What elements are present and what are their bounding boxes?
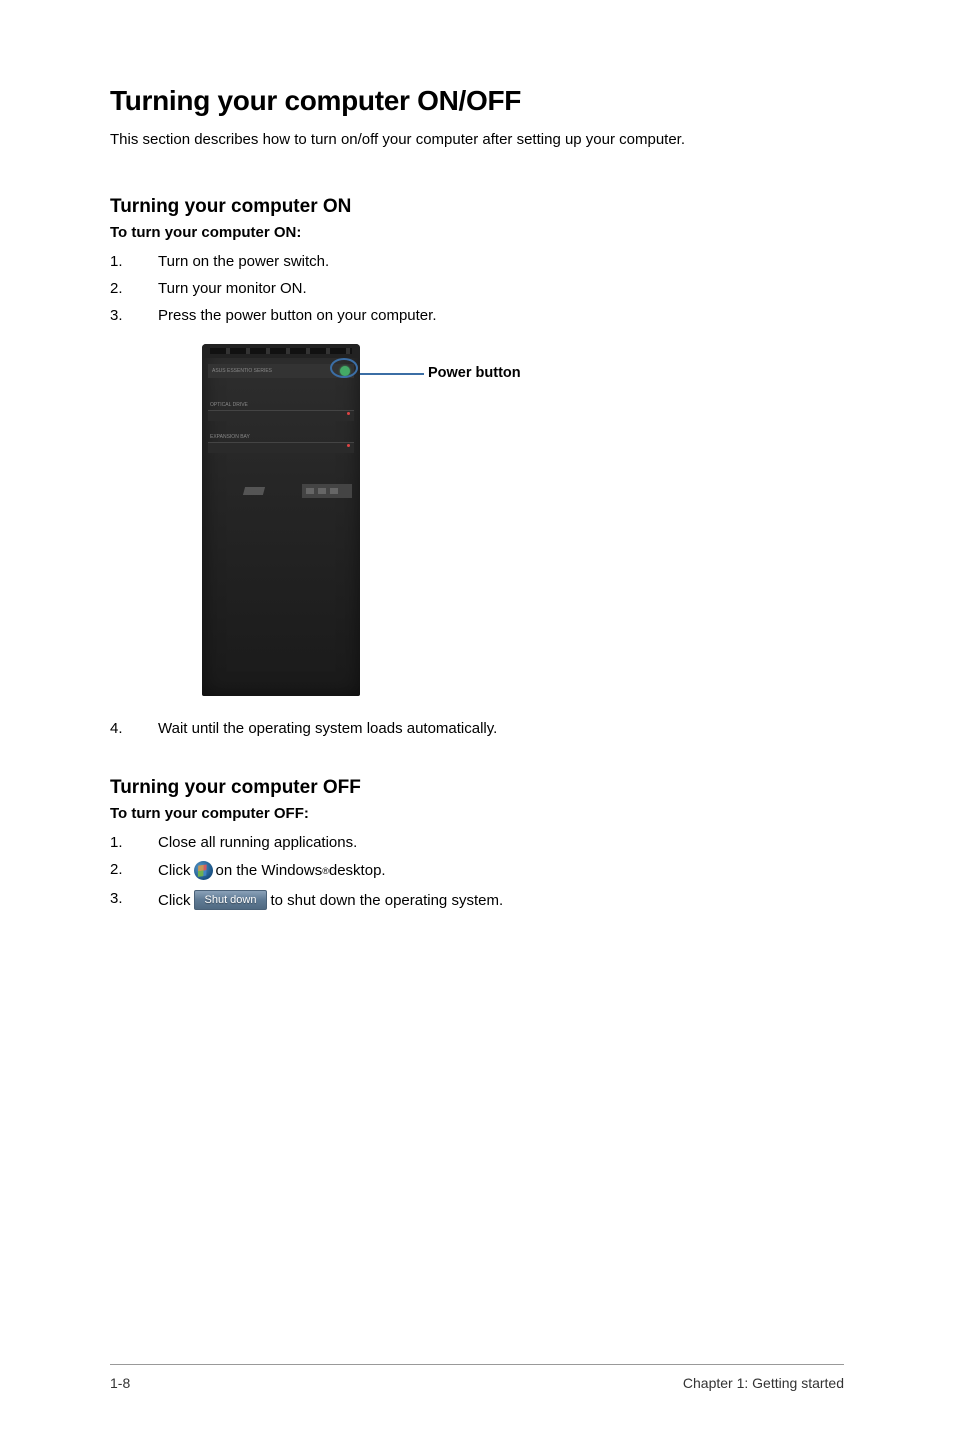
drive1-led [347,412,350,415]
power-button-highlight-circle [330,358,358,378]
figure-area: ASUS ESSENTIO SERIES OPTICAL DRIVE EXPAN… [202,344,844,696]
step-text-post: to shut down the operating system. [270,892,503,909]
step-text: Close all running applications. [158,834,844,851]
list-item: 1. Turn on the power switch. [110,253,844,270]
step-text: Press the power button on your computer. [158,307,844,324]
list-item: 3. Press the power button on your comput… [110,307,844,324]
list-item: 3. Click Shut down to shut down the oper… [110,890,844,910]
tower-logo [243,487,265,495]
page-number: 1-8 [110,1375,130,1391]
step-number: 3. [110,307,158,324]
windows-start-orb-icon [194,861,213,880]
section-off-list: 1. Close all running applications. 2. Cl… [110,834,844,910]
shutdown-button-icon: Shut down [194,890,268,910]
step-number: 4. [110,720,158,737]
step-text: Wait until the operating system loads au… [158,720,844,737]
step-text: Turn on the power switch. [158,253,844,270]
intro-text: This section describes how to turn on/of… [110,131,844,148]
step-text-post-pre: on the Windows [216,862,323,879]
front-port [306,488,314,494]
expansion-bay [208,442,354,453]
section-off: Turning your computer OFF To turn your c… [110,777,844,910]
tower-top [202,344,360,358]
drive1-label: OPTICAL DRIVE [210,402,248,408]
computer-tower-image: ASUS ESSENTIO SERIES OPTICAL DRIVE EXPAN… [202,344,360,696]
list-item: 4. Wait until the operating system loads… [110,720,844,737]
tower-top-slots [210,348,352,354]
front-ports [302,484,352,498]
front-port [330,488,338,494]
step-text: Click on the Windows® desktop. [158,861,844,880]
chapter-label: Chapter 1: Getting started [683,1375,844,1391]
registered-mark: ® [322,866,329,876]
step-number: 3. [110,890,158,910]
step-text: Turn your monitor ON. [158,280,844,297]
step-number: 1. [110,834,158,851]
section-off-heading: Turning your computer OFF [110,777,844,799]
page-footer: 1-8 Chapter 1: Getting started [110,1364,844,1391]
step-number: 2. [110,280,158,297]
drive2-label: EXPANSION BAY [210,434,250,440]
main-heading: Turning your computer ON/OFF [110,85,844,117]
list-item: 2. Turn your monitor ON. [110,280,844,297]
step-text: Click Shut down to shut down the operati… [158,890,844,910]
section-on-list: 1. Turn on the power switch. 2. Turn you… [110,253,844,324]
callout-line [358,373,424,375]
list-item: 1. Close all running applications. [110,834,844,851]
section-on-list-cont: 4. Wait until the operating system loads… [110,720,844,737]
power-button-callout-label: Power button [428,365,521,381]
step-text-pre: Click [158,892,191,909]
section-on-heading: Turning your computer ON [110,196,844,218]
page-container: Turning your computer ON/OFF This sectio… [0,0,954,1438]
section-on-instruction: To turn your computer ON: [110,224,844,241]
step-number: 1. [110,253,158,270]
section-off-instruction: To turn your computer OFF: [110,805,844,822]
drive2-led [347,444,350,447]
front-port [318,488,326,494]
step-text-post: desktop. [329,862,386,879]
step-text-pre: Click [158,862,191,879]
optical-drive-bay [208,410,354,421]
list-item: 2. Click on the Windows® desktop. [110,861,844,880]
step-number: 2. [110,861,158,880]
